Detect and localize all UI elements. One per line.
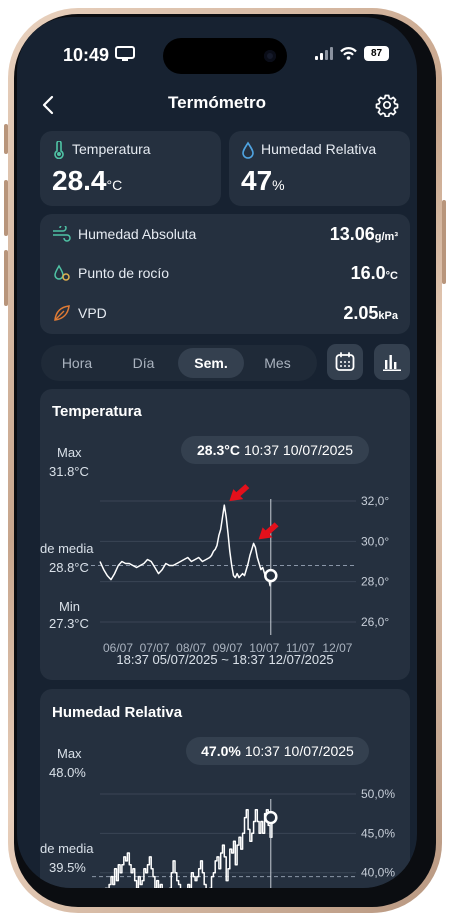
- period-month-tab[interactable]: Mes: [244, 345, 311, 381]
- detail-unit: kPa: [378, 309, 398, 322]
- wifi-icon: [340, 47, 357, 60]
- bar-chart-button[interactable]: [374, 344, 410, 380]
- detail-label: Punto de rocío: [78, 265, 170, 281]
- temperature-label: Temperatura: [72, 141, 151, 157]
- period-hour-tab[interactable]: Hora: [41, 345, 113, 381]
- y-tick-label: 32,0°: [361, 494, 389, 508]
- detail-unit: g/m³: [374, 230, 398, 243]
- y-tick-label: 28,0°: [361, 575, 389, 589]
- battery-icon: 87: [364, 46, 389, 61]
- temperature-chart-card: Temperatura 28.3°C 10:37 10/07/2025 Max …: [40, 389, 410, 680]
- cursor-point: [264, 568, 278, 583]
- thermometer-icon: [54, 141, 64, 159]
- bar-chart-icon: [383, 355, 401, 371]
- detail-label: VPD: [78, 305, 107, 321]
- temp-date-range: 18:37 05/07/2025 ~ 18:37 12/07/2025: [116, 652, 334, 667]
- calendar-button[interactable]: [327, 344, 363, 380]
- details-card: Humedad Absoluta 13.06g/m³ Punto de rocí…: [40, 214, 410, 334]
- nav-bar: Termómetro: [17, 91, 417, 125]
- period-day-tab[interactable]: Día: [110, 345, 177, 381]
- detail-label: Humedad Absoluta: [78, 226, 197, 242]
- y-tick-label: 50,0%: [361, 787, 395, 801]
- detail-row-vpd: VPD 2.05kPa: [52, 301, 398, 325]
- y-tick-label: 40,0%: [361, 866, 395, 880]
- temperature-value: 28.4: [52, 165, 107, 196]
- y-tick-label: 26,0°: [361, 615, 389, 629]
- peak-marker: [229, 484, 250, 502]
- period-week-tab[interactable]: Sem.: [178, 348, 244, 378]
- cellular-signal-icon: [315, 47, 333, 60]
- temperature-unit: °C: [106, 177, 123, 193]
- humidity-label: Humedad Relativa: [261, 141, 377, 157]
- temperature-chart[interactable]: 26,0°28,0°30,0°32,0°06/07 07/07 08/07 09/07…: [40, 389, 410, 680]
- status-icons: 87: [315, 46, 389, 61]
- leaf-icon: [54, 305, 70, 321]
- detail-row-dew-point: Punto de rocío 16.0°C: [52, 261, 398, 285]
- power-button: [442, 200, 446, 284]
- humidity-chart-card: Humedad Relativa 47.0% 10:37 10/07/2025 …: [40, 689, 410, 888]
- humidity-card[interactable]: Humedad Relativa 47%: [229, 131, 410, 206]
- detail-unit: °C: [385, 269, 398, 282]
- page-title: Termómetro: [168, 93, 266, 112]
- water-drop-icon: [242, 141, 254, 159]
- humidity-wind-icon: [53, 226, 71, 242]
- detail-value: 13.06: [329, 223, 375, 244]
- dew-point-icon: [54, 264, 70, 281]
- dynamic-island: [163, 38, 287, 74]
- y-tick-label: 45,0%: [361, 826, 395, 840]
- peak-marker: [258, 522, 279, 540]
- period-selector: Hora Día Sem. Mes: [41, 345, 317, 381]
- y-tick-label: 30,0°: [361, 534, 389, 548]
- humidity-unit: %: [272, 177, 285, 193]
- gear-icon[interactable]: [375, 93, 399, 117]
- humidity-value: 47: [241, 165, 273, 196]
- app-screen: 10:49 87 Termómetro Temperatura 28.4°C H…: [17, 17, 417, 888]
- camera-icon: [264, 50, 276, 62]
- screen-share-icon: [115, 46, 135, 61]
- detail-row-absolute-humidity: Humedad Absoluta 13.06g/m³: [52, 222, 398, 246]
- cursor-point: [264, 810, 278, 825]
- status-time: 10:49: [63, 45, 110, 65]
- temperature-card[interactable]: Temperatura 28.4°C: [40, 131, 221, 206]
- series-line: [99, 504, 273, 587]
- detail-value: 16.0: [350, 262, 386, 283]
- humidity-chart[interactable]: 35,0%40,0%45,0%50,0%: [40, 689, 410, 888]
- calendar-icon: [335, 352, 355, 371]
- detail-value: 2.05: [343, 302, 379, 323]
